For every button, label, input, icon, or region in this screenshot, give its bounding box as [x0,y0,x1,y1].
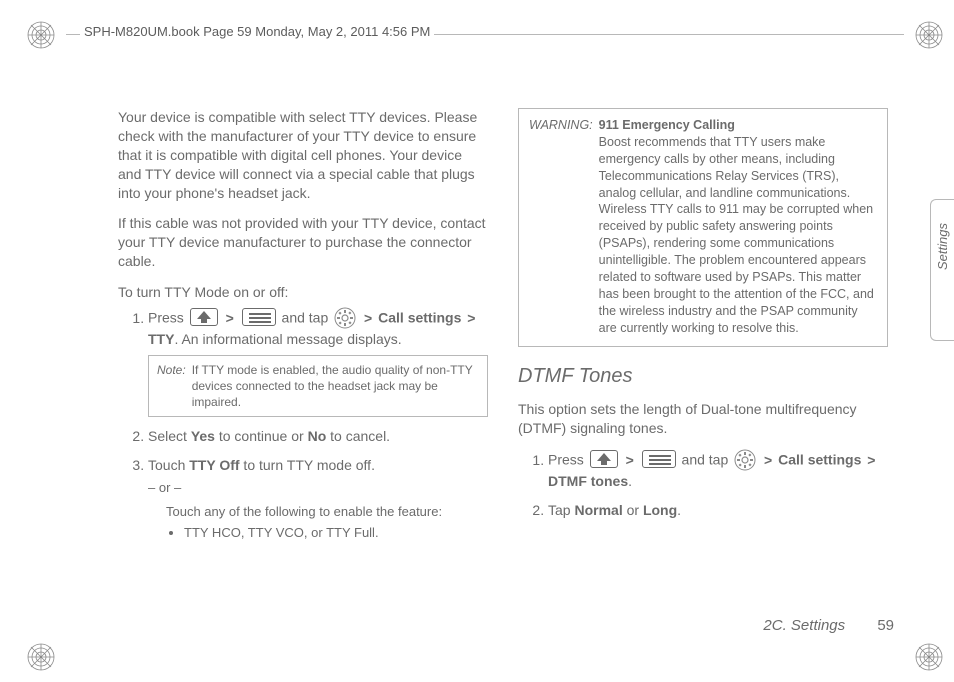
corner-ornament-icon [26,20,56,50]
ui-label: Yes [191,428,215,444]
section-heading: DTMF Tones [518,363,888,390]
bullet-list: TTY HCO, TTY VCO, or TTY Full. [184,524,488,542]
or-separator: – or – [148,479,488,497]
footer-section: 2C. Settings [763,617,845,634]
note-body: If TTY mode is enabled, the audio qualit… [192,362,479,411]
separator: > [226,310,234,326]
step-text: to cancel. [326,428,390,444]
step-text: or [623,502,643,518]
ui-label: Normal [574,502,622,518]
running-head: SPH-M820UM.book Page 59 Monday, May 2, 2… [80,24,434,39]
home-button-icon [590,450,618,468]
home-button-icon [190,308,218,326]
separator: > [626,452,634,468]
corner-ornament-icon [26,642,56,672]
menu-button-icon [642,450,676,468]
ui-label: DTMF tones [548,473,628,489]
warning-title: 911 Emergency Calling [599,118,735,132]
side-tab: Settings [930,199,954,341]
ui-label: Long [643,502,677,518]
step-text: Touch [148,457,189,473]
ui-label: No [308,428,327,444]
procedure-heading: To turn TTY Mode on or off: [118,283,488,302]
separator: > [764,452,772,468]
step-text: Tap [548,502,574,518]
step-subtext: Touch any of the following to enable the… [166,503,488,521]
list-item: Tap Normal or Long. [548,501,888,520]
settings-gear-icon [334,307,356,329]
paragraph: Your device is compatible with select TT… [118,108,488,202]
warning-label: WARNING: [529,117,593,336]
list-item: TTY HCO, TTY VCO, or TTY Full. [184,524,488,542]
note-label: Note: [157,362,186,411]
corner-ornament-icon [914,20,944,50]
warning-box: WARNING: 911 Emergency Calling Boost rec… [518,108,888,347]
list-item: Touch TTY Off to turn TTY mode off. – or… [148,456,488,542]
warning-text: Boost recommends that TTY users make eme… [599,135,874,335]
right-column: WARNING: 911 Emergency Calling Boost rec… [518,108,888,552]
ui-label: TTY Off [189,457,239,473]
step-text: . [677,502,681,518]
page-number: 59 [877,617,894,634]
warning-body: 911 Emergency Calling Boost recommends t… [599,117,877,336]
ui-label: TTY [148,331,174,347]
step-text: to continue or [215,428,308,444]
settings-gear-icon [734,449,756,471]
list-item: Press > and tap > Call settings > TTY. A… [148,308,488,417]
ordered-list: Press > and tap > Call settings > TTY. A… [148,308,488,542]
note-box: Note: If TTY mode is enabled, the audio … [148,355,488,418]
ordered-list: Press > and tap > Call settings > DTMF t… [548,450,888,520]
left-column: Your device is compatible with select TT… [118,108,488,552]
ui-label: Call settings [378,310,461,326]
separator: > [867,452,875,468]
step-text: Press [548,452,588,468]
separator: > [364,310,372,326]
list-item: Press > and tap > Call settings > DTMF t… [548,450,888,491]
step-text: . An informational message displays. [174,331,401,347]
page-footer: 2C. Settings 59 [763,617,894,634]
menu-button-icon [242,308,276,326]
step-text: and tap [282,310,333,326]
step-text: Select [148,428,191,444]
side-tab-label: Settings [935,223,950,270]
step-text: Press [148,310,188,326]
step-text: . [628,473,632,489]
corner-ornament-icon [914,642,944,672]
paragraph: If this cable was not provided with your… [118,214,488,271]
step-text: to turn TTY mode off. [240,457,375,473]
paragraph: This option sets the length of Dual-tone… [518,400,888,438]
list-item: Select Yes to continue or No to cancel. [148,427,488,446]
ui-label: Call settings [778,452,861,468]
step-text: and tap [682,452,733,468]
separator: > [467,310,475,326]
